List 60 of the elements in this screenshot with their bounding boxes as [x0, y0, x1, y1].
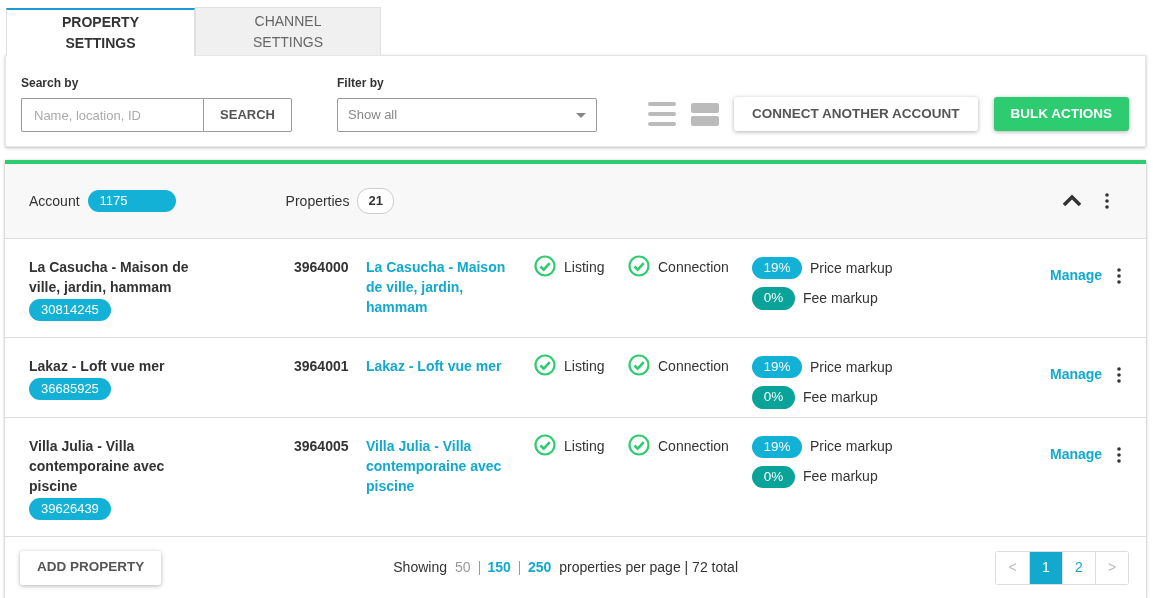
search-field[interactable]: Name, location, ID: [21, 98, 203, 132]
listing-link[interactable]: Lakaz - Loft vue mer: [366, 356, 511, 376]
property-badge: 30814245: [29, 299, 111, 321]
markup-label: Price markup: [810, 437, 893, 457]
page-size-link[interactable]: 150: [487, 557, 511, 578]
property-name: Lakaz - Loft vue mer: [29, 357, 166, 376]
markup-badge: 0%: [752, 287, 795, 310]
markup-badge: 19%: [752, 435, 802, 458]
listing-link[interactable]: La Casucha - Maison de ville, jardin, hammam: [366, 257, 511, 317]
search-label: Search by: [21, 75, 80, 92]
page-size-link[interactable]: 50: [454, 557, 471, 578]
property-name: Villa Julia - Villa contemporaine avec piscine: [29, 436, 166, 496]
property-badge: 36685925: [29, 378, 111, 400]
more-options-icon: [1116, 446, 1122, 463]
more-options-icon: [1116, 268, 1122, 285]
markup-label: Fee markup: [803, 467, 878, 487]
markup-badge: 19%: [752, 356, 802, 379]
filter-dropdown[interactable]: Show all: [337, 98, 597, 132]
markup-badge: 0%: [752, 465, 795, 488]
account-id-badge: 1175: [87, 190, 176, 212]
manage-link[interactable]: Manage: [1050, 364, 1103, 385]
status-label: Connection: [658, 258, 729, 277]
filter-label: Filter by: [337, 75, 385, 92]
status-label: Connection: [658, 436, 729, 456]
per-page-text: properties per page | 72 total: [559, 558, 739, 577]
markup-badge: 0%: [752, 386, 795, 409]
page-button[interactable]: 1: [1029, 551, 1062, 584]
properties-count: 21: [357, 188, 394, 214]
markup-label: Price markup: [810, 258, 893, 278]
listing-link[interactable]: Villa Julia - Villa contemporaine avec piscine: [366, 435, 511, 496]
status-label: Connection: [658, 357, 729, 376]
add-property-button[interactable]: ADD PROPERTY: [20, 550, 162, 585]
markup-badge: 19%: [752, 257, 802, 280]
more-options-icon[interactable]: [1104, 193, 1110, 209]
account-label: Account: [29, 191, 80, 211]
bulk-actions-button[interactable]: BULK ACTIONS: [993, 97, 1129, 131]
next-page-button[interactable]: >: [1095, 551, 1128, 584]
markup-label: Fee markup: [803, 387, 878, 407]
status-label: Listing: [564, 258, 605, 277]
property-badge: 39626439: [29, 497, 111, 520]
manage-link[interactable]: Manage: [1050, 443, 1103, 465]
property-id: 3964001: [294, 358, 349, 374]
properties-label: Properties: [285, 191, 350, 211]
showing-label: Showing: [393, 558, 447, 577]
property-name: La Casucha - Maison de ville, jardin, hammam: [29, 258, 190, 297]
status-label: Listing: [564, 436, 605, 456]
markup-label: Price markup: [810, 357, 893, 377]
markup-label: Fee markup: [803, 288, 878, 308]
caret-icon: [576, 112, 586, 118]
page-size-link[interactable]: 250: [527, 557, 552, 578]
connect-account-button[interactable]: CONNECT ANOTHER ACCOUNT: [734, 97, 978, 131]
more-options-icon: [1116, 367, 1122, 384]
search-button[interactable]: SEARCH: [203, 98, 292, 132]
tab[interactable]: PROPERTY SETTINGS: [6, 8, 195, 56]
manage-link[interactable]: Manage: [1050, 265, 1103, 286]
property-id: 3964000: [294, 259, 349, 275]
collapse-icon[interactable]: [1062, 194, 1082, 208]
property-id: 3964005: [294, 437, 349, 454]
status-label: Listing: [564, 357, 605, 376]
tab[interactable]: CHANNEL SETTINGS: [195, 7, 381, 55]
